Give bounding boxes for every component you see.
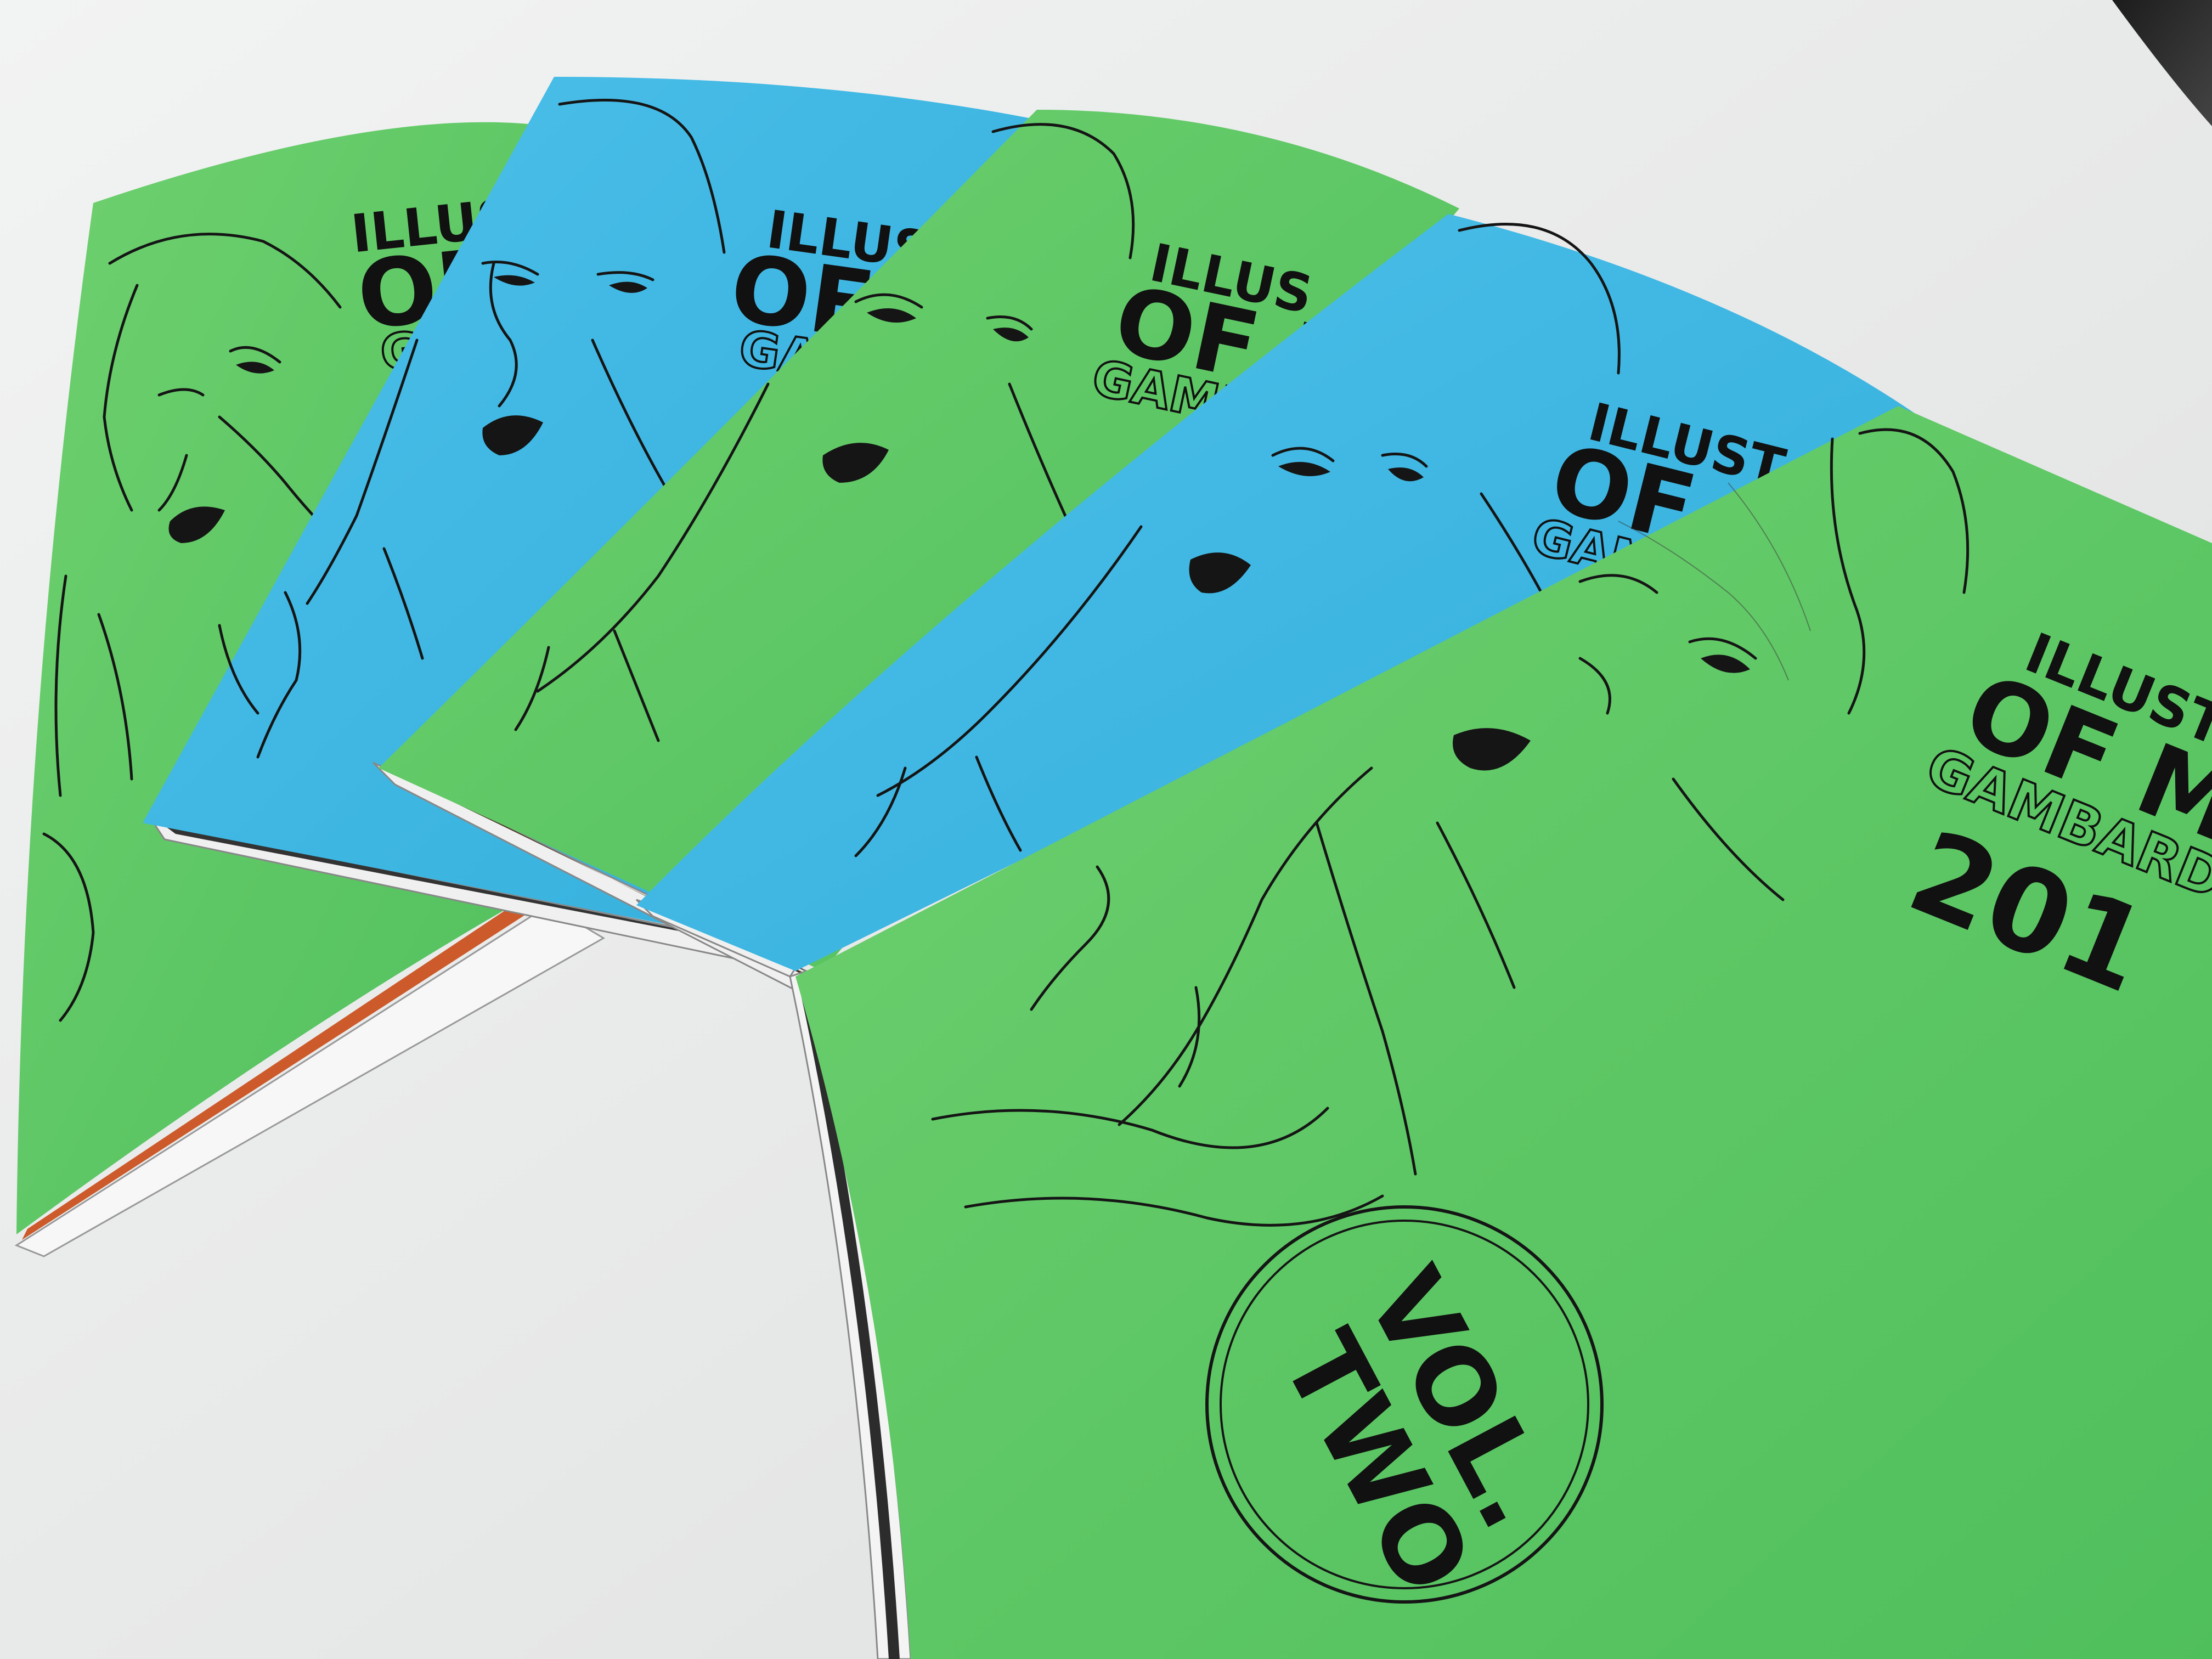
- photo-scene: ILLUST OF GAM ILLUSTR OF GAM: [0, 0, 2212, 1659]
- zine-stack-photo: ILLUST OF GAM ILLUSTR OF GAM: [0, 0, 2212, 1659]
